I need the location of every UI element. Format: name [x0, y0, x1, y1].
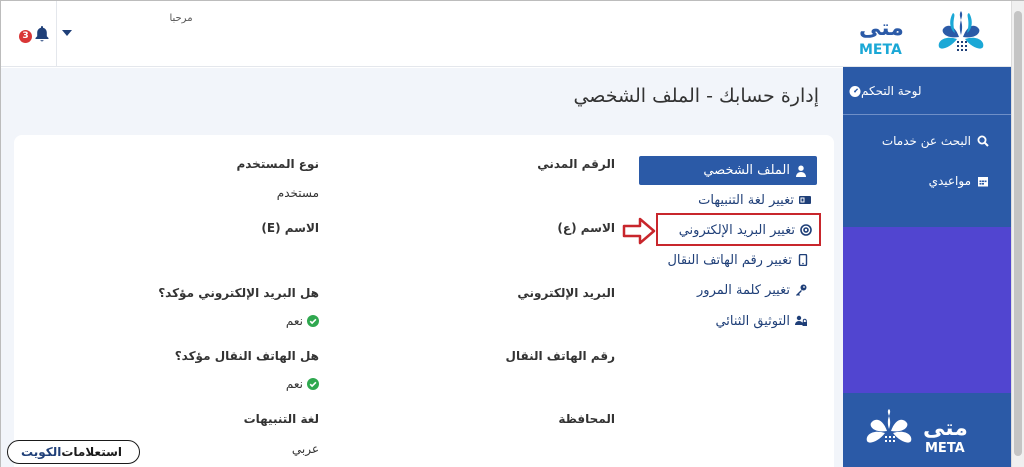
email-verified-value: نعم: [221, 314, 319, 328]
menu-notification-language-label: تغيير لغة التنبيهات: [698, 192, 794, 208]
menu-change-phone[interactable]: تغيير رقم الهاتف النقال: [663, 250, 809, 270]
menu-change-email-label: تغيير البريد الإلكتروني: [678, 222, 795, 238]
sidebar-item-dashboard-label: لوحة التحكم: [861, 83, 922, 98]
menu-change-email[interactable]: تغيير البريد الإلكتروني: [666, 220, 812, 240]
arrow-right-icon: [622, 217, 656, 245]
phone-verified-label: هل الهاتف النقال مؤكد؟: [174, 349, 319, 363]
name-en-label: الاسم (E): [261, 221, 319, 235]
key-icon: [796, 284, 807, 296]
sidebar: لوحة التحكم البحث عن خدمات مواعيدي متى M…: [843, 67, 1011, 467]
tachometer-icon: [849, 85, 861, 97]
sidebar-accent-block: [843, 227, 1011, 393]
sidebar-item-search-services[interactable]: البحث عن خدمات: [843, 129, 1011, 153]
phone-verified-value: نعم: [221, 377, 319, 391]
chevron-down-icon[interactable]: [62, 30, 72, 37]
mobile-icon: [798, 254, 808, 266]
watermark-part2: الكويت: [20, 445, 62, 459]
governorate-label: المحافظة: [558, 412, 615, 426]
svg-text:متى: متى: [923, 416, 968, 441]
svg-text:META: META: [859, 42, 902, 58]
menu-two-factor-label: التوثيق الثنائي: [715, 313, 790, 329]
users-lock-icon: [795, 315, 807, 326]
top-header: 3 مرحبا متى META: [1, 1, 1011, 67]
user-type-value: مستخدم: [276, 186, 319, 200]
meta-logo-white: متى META: [866, 409, 968, 456]
sidebar-item-appointments[interactable]: مواعيدي: [843, 169, 1011, 193]
email-label: البريد الإلكتروني: [517, 286, 615, 300]
welcome-text: مرحبا: [169, 13, 193, 24]
user-type-label: نوع المستخدم: [236, 157, 319, 171]
menu-profile[interactable]: الملف الشخصي: [639, 156, 817, 185]
svg-text:متى: متى: [859, 16, 904, 41]
at-icon: [800, 224, 812, 236]
vertical-scrollbar[interactable]: [1011, 1, 1024, 467]
language-icon: [799, 196, 811, 204]
user-icon: [796, 165, 806, 177]
menu-change-phone-label: تغيير رقم الهاتف النقال: [667, 252, 792, 268]
svg-text:META: META: [925, 441, 965, 456]
scrollbar-thumb[interactable]: [1014, 11, 1022, 456]
meta-logo[interactable]: متى META: [857, 9, 1003, 61]
calendar-icon: [978, 177, 988, 187]
phone-verified-text: نعم: [285, 377, 303, 391]
email-verified-label: هل البريد الإلكتروني مؤكد؟: [158, 286, 319, 300]
sidebar-item-dashboard[interactable]: لوحة التحكم: [843, 67, 1011, 115]
notification-language-label: لغة التنبيهات: [243, 412, 319, 426]
civil-id-label: الرقم المدني: [537, 157, 615, 171]
check-circle-icon: [307, 378, 319, 390]
menu-notification-language[interactable]: تغيير لغة التنبيهات: [687, 190, 811, 210]
menu-change-password-label: تغيير كلمة المرور: [697, 282, 790, 298]
notification-language-value: عربي: [291, 442, 319, 456]
name-ar-label: الاسم (ع): [557, 221, 615, 235]
check-circle-icon: [307, 315, 319, 327]
menu-change-password[interactable]: تغيير كلمة المرور: [695, 280, 807, 300]
menu-profile-label: الملف الشخصي: [703, 163, 790, 178]
phone-label: رقم الهاتف النقال: [505, 349, 615, 363]
email-verified-text: نعم: [285, 314, 303, 328]
sidebar-item-appointments-label: مواعيدي: [928, 174, 971, 188]
menu-two-factor[interactable]: التوثيق الثنائي: [705, 311, 807, 331]
sidebar-item-search-services-label: البحث عن خدمات: [881, 134, 971, 148]
search-icon: [977, 135, 989, 147]
user-menu[interactable]: 3: [1, 1, 57, 67]
page-title: إدارة حسابك - الملف الشخصي: [573, 85, 819, 107]
notification-count-badge: 3: [19, 30, 32, 43]
watermark-badge: استعلامات الكويت: [7, 440, 140, 464]
watermark-part1: استعلامات: [61, 445, 123, 459]
bell-icon[interactable]: [34, 25, 50, 43]
